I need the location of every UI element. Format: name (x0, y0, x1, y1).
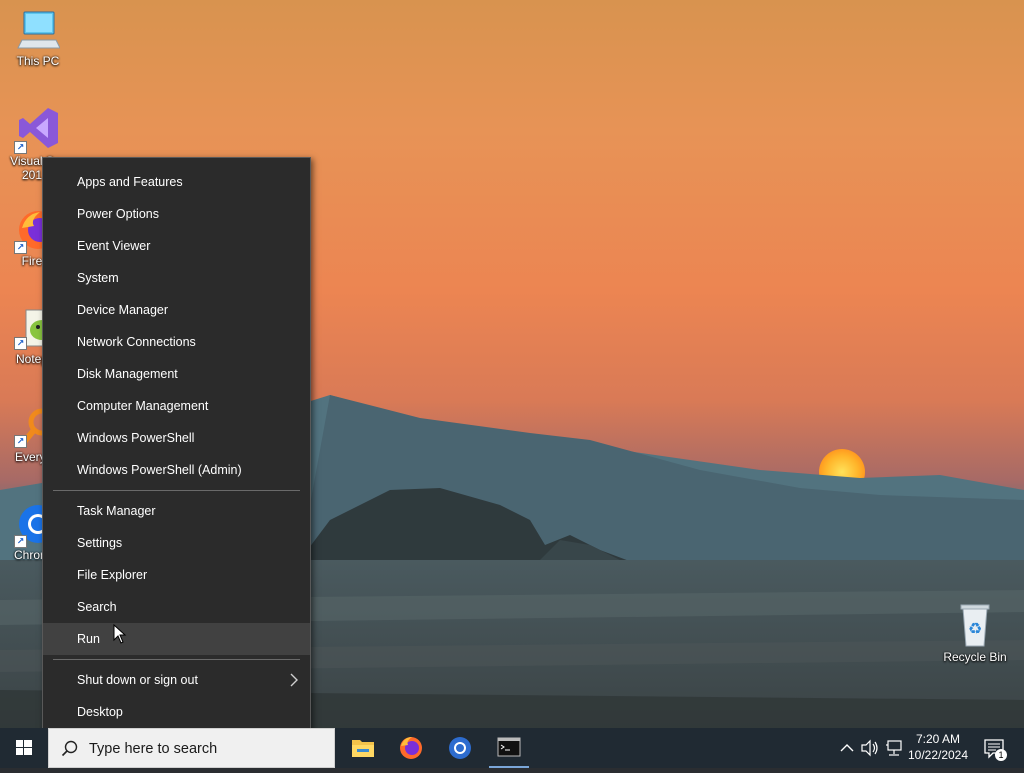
menu-item-task-manager[interactable]: Task Manager (43, 495, 310, 527)
firefox-icon (400, 737, 422, 759)
menu-item-shut-down-or-sign-out[interactable]: Shut down or sign out (43, 664, 310, 696)
menu-item-windows-powershell[interactable]: Windows PowerShell (43, 422, 310, 454)
network-icon (886, 740, 902, 756)
desktop-icon-label: Recycle Bin (943, 650, 1007, 664)
notification-count-badge: 1 (995, 749, 1007, 761)
menu-item-computer-management[interactable]: Computer Management (43, 390, 310, 422)
menu-item-power-options[interactable]: Power Options (43, 198, 310, 230)
menu-separator (53, 659, 300, 660)
menu-item-desktop[interactable]: Desktop (43, 696, 310, 728)
menu-item-file-explorer[interactable]: File Explorer (43, 559, 310, 591)
show-hidden-icons-button[interactable] (838, 728, 856, 768)
recycle-bin-icon: ♻ (960, 604, 990, 647)
clock-date: 10/22/2024 (907, 748, 969, 762)
chevron-up-icon (840, 744, 854, 752)
menu-item-run[interactable]: Run (43, 623, 310, 655)
menu-item-settings[interactable]: Settings (43, 527, 310, 559)
shortcut-arrow-icon: ↗ (14, 241, 27, 254)
speaker-icon (861, 739, 878, 757)
taskbar-terminal[interactable] (485, 728, 533, 768)
shortcut-arrow-icon: ↗ (14, 141, 27, 154)
desktop-icon-label: This PC (16, 54, 60, 68)
start-button[interactable] (0, 728, 48, 768)
taskbar-firefox[interactable] (387, 728, 435, 768)
file-explorer-icon (352, 740, 374, 757)
winx-context-menu: Apps and Features Power Options Event Vi… (42, 157, 311, 736)
network-button[interactable] (884, 728, 904, 768)
menu-item-apps-and-features[interactable]: Apps and Features (43, 166, 310, 198)
computer-icon (17, 11, 60, 49)
taskbar-search-box[interactable]: Type here to search (48, 728, 335, 768)
menu-item-windows-powershell-admin[interactable]: Windows PowerShell (Admin) (43, 454, 310, 486)
desktop-icon-recycle-bin[interactable]: ♻ Recycle Bin (937, 602, 1013, 664)
taskbar: Type here to search 7:20 AM 10/22/2024 (0, 728, 1024, 768)
shortcut-arrow-icon: ↗ (14, 535, 27, 548)
search-icon (61, 740, 78, 757)
menu-item-device-manager[interactable]: Device Manager (43, 294, 310, 326)
windows-logo-icon (16, 740, 32, 755)
desktop-icon-this-pc[interactable]: This PC (0, 10, 76, 68)
menu-item-system[interactable]: System (43, 262, 310, 294)
chevron-right-icon (290, 673, 298, 687)
notification-icon (984, 739, 1004, 759)
search-placeholder: Type here to search (89, 741, 218, 757)
svg-text:♻: ♻ (968, 619, 982, 638)
taskbar-file-explorer[interactable] (339, 728, 387, 768)
menu-item-label: Shut down or sign out (77, 673, 198, 687)
taskbar-clock[interactable]: 7:20 AM 10/22/2024 (903, 731, 973, 763)
shortcut-arrow-icon: ↗ (14, 435, 27, 448)
menu-item-event-viewer[interactable]: Event Viewer (43, 230, 310, 262)
terminal-icon (497, 737, 521, 757)
taskbar-chrome[interactable] (436, 728, 484, 768)
action-center-button[interactable] (979, 728, 1009, 768)
menu-separator (53, 490, 300, 491)
clock-time: 7:20 AM (915, 732, 961, 746)
volume-button[interactable] (859, 728, 881, 768)
menu-item-network-connections[interactable]: Network Connections (43, 326, 310, 358)
mouse-cursor-icon (113, 624, 127, 644)
chrome-icon (449, 737, 471, 759)
menu-item-search[interactable]: Search (43, 591, 310, 623)
menu-item-disk-management[interactable]: Disk Management (43, 358, 310, 390)
shortcut-arrow-icon: ↗ (14, 337, 27, 350)
